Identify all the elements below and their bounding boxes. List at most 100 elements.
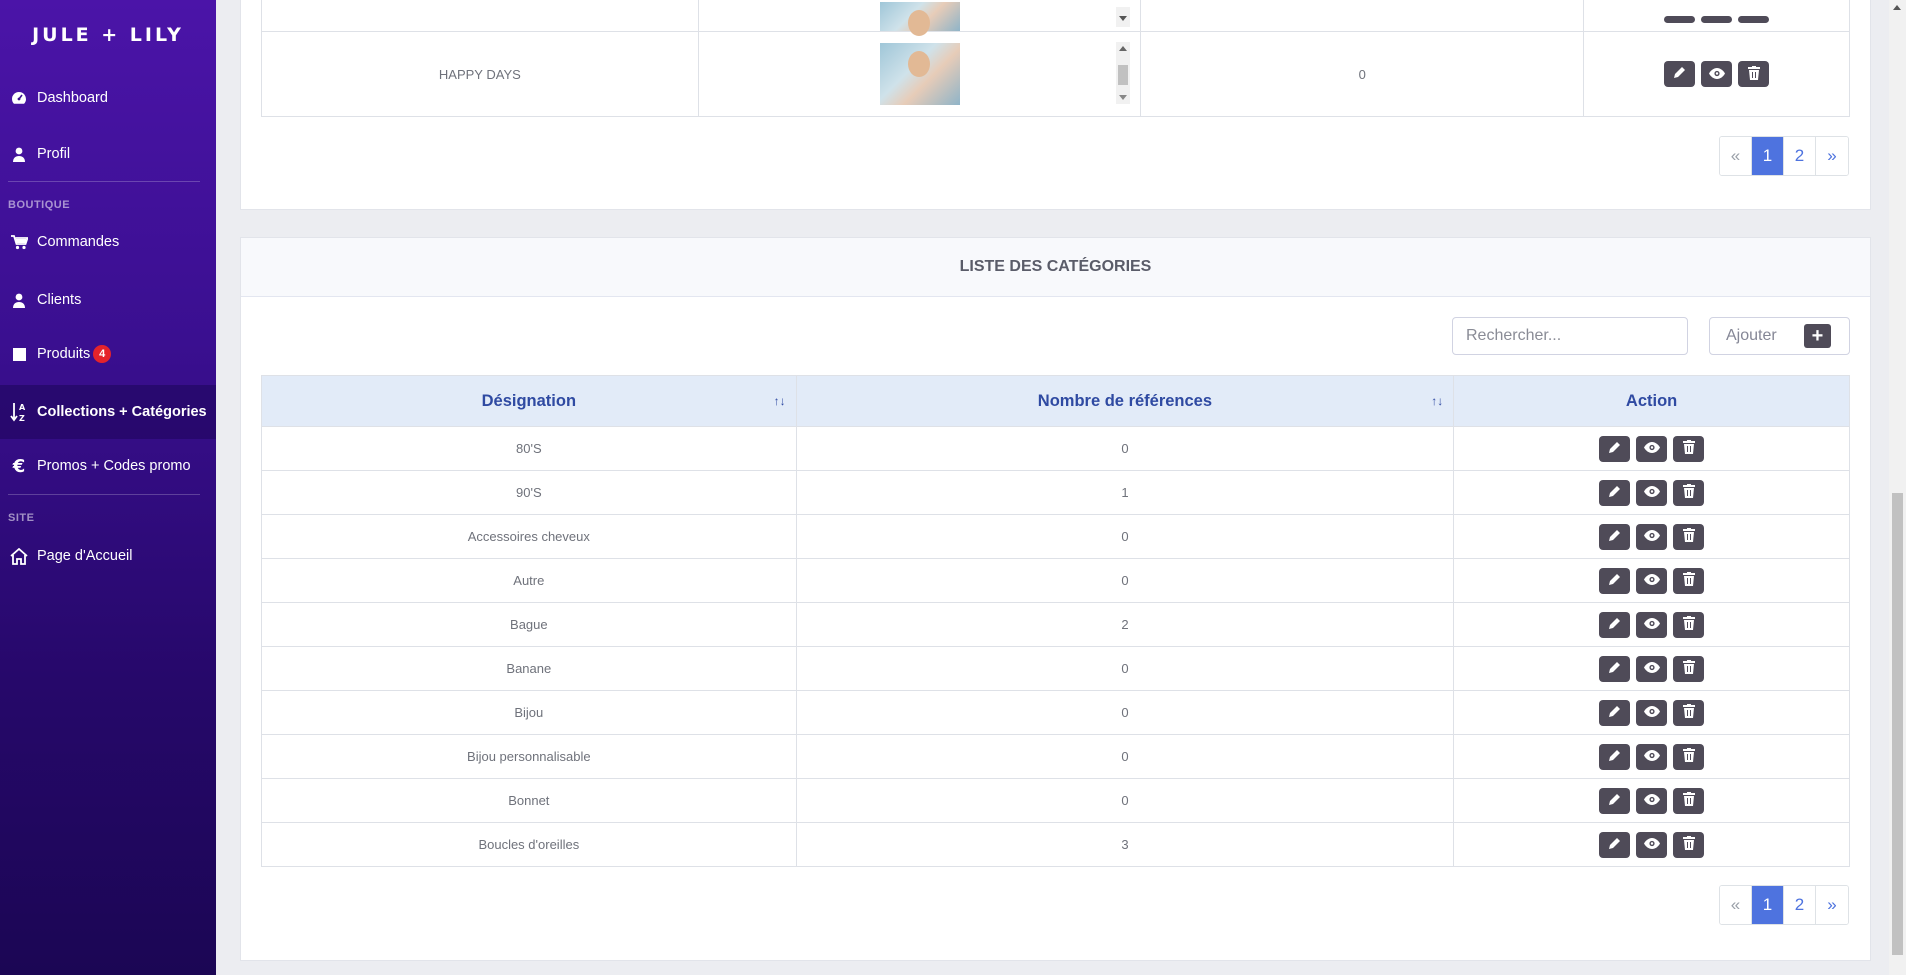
pencil-icon — [1608, 793, 1621, 809]
column-header-references[interactable]: Nombre de références ↑↓ — [795, 375, 1455, 427]
pagination-prev[interactable]: « — [1720, 137, 1752, 175]
edit-button[interactable] — [1664, 16, 1696, 23]
image-scrollbar[interactable] — [1116, 7, 1131, 27]
category-count: 0 — [795, 734, 1455, 779]
add-category-button[interactable]: Ajouter + — [1709, 317, 1850, 355]
section-heading-site: SITE — [8, 512, 35, 524]
delete-button[interactable] — [1673, 479, 1705, 506]
pagination-next[interactable]: » — [1816, 137, 1848, 175]
delete-button[interactable] — [1673, 743, 1705, 770]
edit-button[interactable] — [1599, 787, 1631, 814]
user-icon — [10, 145, 28, 163]
view-button[interactable] — [1636, 523, 1668, 550]
view-button[interactable] — [1636, 479, 1668, 506]
delete-button[interactable] — [1673, 655, 1705, 682]
pagination-prev[interactable]: « — [1720, 886, 1752, 924]
edit-button[interactable] — [1599, 655, 1631, 682]
sidebar-item-label: Page d'Accueil — [37, 548, 133, 564]
edit-button[interactable] — [1599, 479, 1631, 506]
home-icon — [10, 547, 28, 565]
delete-button[interactable] — [1673, 523, 1705, 550]
category-name: Bague — [261, 602, 797, 647]
view-button[interactable] — [1636, 611, 1668, 638]
sidebar-item-collections-categories[interactable]: AZ Collections + Catégories — [0, 385, 216, 439]
table-row: Bonnet 0 — [261, 778, 1850, 823]
delete-button[interactable] — [1738, 61, 1770, 87]
column-header-designation[interactable]: Désignation ↑↓ — [261, 375, 797, 427]
sort-icon[interactable]: ↑↓ — [1431, 394, 1443, 408]
svg-text:Z: Z — [19, 414, 25, 422]
pencil-icon — [1608, 705, 1621, 721]
svg-text:A: A — [19, 403, 26, 412]
square-icon — [10, 345, 28, 363]
pagination-page-1[interactable]: 1 — [1752, 137, 1784, 175]
row-actions — [1599, 479, 1705, 506]
pagination-page-2[interactable]: 2 — [1784, 886, 1816, 924]
category-name: Bijou personnalisable — [261, 734, 797, 779]
row-actions — [1599, 655, 1705, 682]
view-button[interactable] — [1636, 743, 1668, 770]
sidebar-item-page-accueil[interactable]: Page d'Accueil — [0, 531, 216, 581]
view-button[interactable] — [1636, 567, 1668, 594]
sidebar-item-dashboard[interactable]: Dashboard — [0, 73, 216, 123]
delete-button[interactable] — [1673, 567, 1705, 594]
collection-name: HAPPY DAYS — [261, 31, 699, 117]
sidebar-item-promos[interactable]: € Promos + Codes promo — [0, 441, 216, 491]
eye-icon — [1643, 529, 1660, 544]
pagination-page-2[interactable]: 2 — [1784, 137, 1816, 175]
pencil-icon — [1608, 837, 1621, 853]
edit-button[interactable] — [1599, 523, 1631, 550]
view-button[interactable] — [1636, 699, 1668, 726]
sidebar-item-produits[interactable]: Produits 4 — [0, 329, 216, 379]
delete-button[interactable] — [1673, 787, 1705, 814]
pagination-next[interactable]: » — [1816, 886, 1848, 924]
delete-button[interactable] — [1738, 16, 1770, 23]
collections-pagination: « 1 2 » — [1719, 136, 1849, 176]
scrollbar-thumb[interactable] — [1892, 493, 1903, 955]
view-button[interactable] — [1636, 435, 1668, 462]
eye-icon — [1643, 485, 1660, 500]
sidebar-item-clients[interactable]: Clients — [0, 275, 216, 325]
edit-button[interactable] — [1599, 831, 1631, 858]
search-input[interactable] — [1452, 317, 1688, 355]
view-button[interactable] — [1636, 831, 1668, 858]
table-row: 90'S 1 — [261, 470, 1850, 515]
scroll-up-icon[interactable] — [1119, 46, 1128, 51]
trash-icon — [1682, 440, 1695, 457]
sidebar-item-label: Clients — [37, 292, 82, 308]
edit-button[interactable] — [1664, 61, 1696, 87]
edit-button[interactable] — [1599, 435, 1631, 462]
delete-button[interactable] — [1673, 699, 1705, 726]
sidebar-item-profil[interactable]: Profil — [0, 129, 216, 179]
delete-button[interactable] — [1673, 611, 1705, 638]
category-count: 0 — [795, 646, 1455, 691]
sidebar-item-commandes[interactable]: Commandes — [0, 217, 216, 267]
edit-button[interactable] — [1599, 567, 1631, 594]
edit-button[interactable] — [1599, 611, 1631, 638]
view-button[interactable] — [1636, 787, 1668, 814]
view-button[interactable] — [1636, 655, 1668, 682]
table-row: HAPPY DAYS 0 — [261, 31, 1850, 117]
view-button[interactable] — [1701, 16, 1733, 23]
edit-button[interactable] — [1599, 699, 1631, 726]
view-button[interactable] — [1701, 61, 1733, 87]
delete-button[interactable] — [1673, 435, 1705, 462]
pagination-page-1[interactable]: 1 — [1752, 886, 1784, 924]
delete-button[interactable] — [1673, 831, 1705, 858]
brand-logo[interactable]: JULE + LILY — [0, 0, 216, 70]
scroll-up-icon[interactable] — [1893, 5, 1901, 10]
divider — [8, 181, 200, 182]
page-scrollbar[interactable] — [1889, 0, 1906, 975]
pencil-icon — [1608, 661, 1621, 677]
category-name: Boucles d'oreilles — [261, 822, 797, 867]
sort-icon[interactable]: ↑↓ — [774, 394, 786, 408]
sidebar-item-label: Commandes — [37, 234, 120, 250]
table-row: Bague 2 — [261, 602, 1850, 647]
edit-button[interactable] — [1599, 743, 1631, 770]
image-scrollbar[interactable] — [1116, 42, 1131, 104]
table-row: Bijou 0 — [261, 690, 1850, 735]
scroll-down-icon[interactable] — [1119, 95, 1128, 100]
add-button-label: Ajouter — [1726, 327, 1777, 344]
trash-icon — [1682, 792, 1695, 809]
table-row: 80'S 0 — [261, 426, 1850, 471]
